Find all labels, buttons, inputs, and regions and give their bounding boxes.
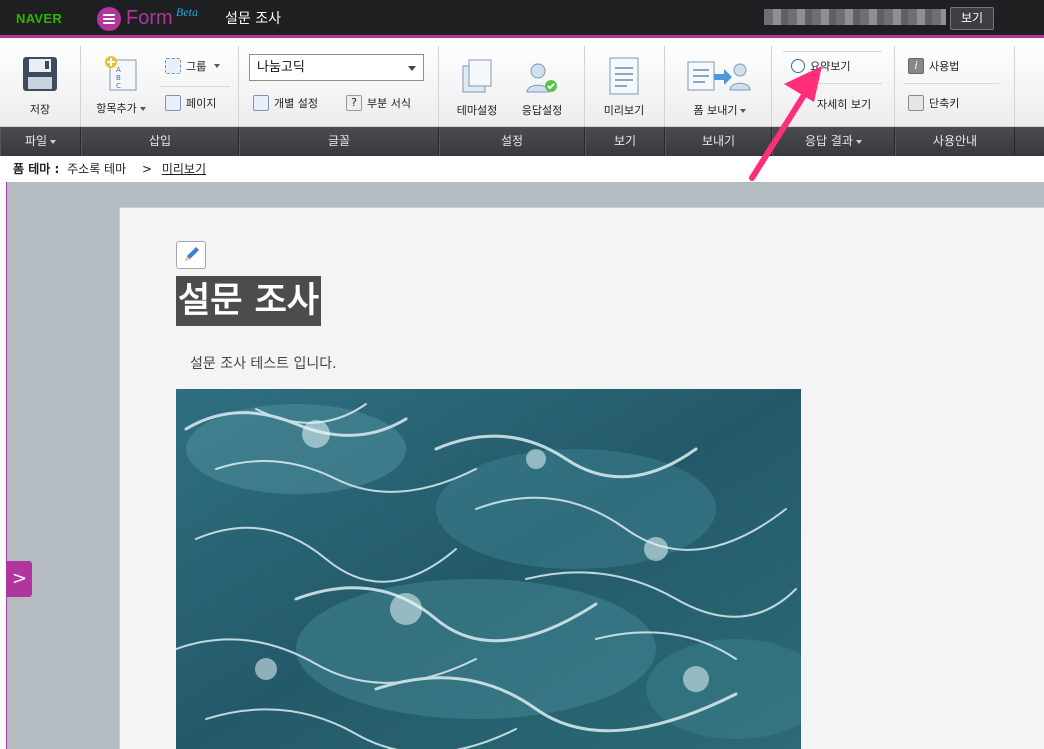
individual-setting-button[interactable]: 개별 설정 bbox=[253, 95, 318, 111]
summary-view-button[interactable]: 요약보기 bbox=[791, 58, 850, 74]
page-icon bbox=[165, 95, 181, 111]
breadcrumb-separator: > bbox=[141, 162, 153, 176]
theme-setting-label: 테마설정 bbox=[456, 104, 498, 117]
add-item-button[interactable]: A B C 항목추가 bbox=[91, 54, 151, 116]
partial-format-label: 부분 서식 bbox=[367, 97, 411, 110]
chevron-down-icon bbox=[408, 66, 416, 71]
send-group-label: 보내기 bbox=[665, 127, 772, 156]
question-icon: ? bbox=[346, 95, 362, 111]
user-account-blurred bbox=[764, 9, 946, 25]
settings-group-label: 설정 bbox=[439, 127, 585, 156]
svg-text:A: A bbox=[116, 66, 121, 74]
svg-text:C: C bbox=[116, 82, 121, 90]
group-icon bbox=[165, 58, 181, 74]
view-group-label: 보기 bbox=[585, 127, 665, 156]
detail-view-label: 자세히 보기 bbox=[817, 98, 872, 111]
insert-group-label: 삽입 bbox=[81, 127, 239, 156]
expand-panel-tab[interactable]: > bbox=[7, 561, 32, 597]
font-group-label: 글꼴 bbox=[239, 127, 439, 156]
ocean-waves-image bbox=[176, 389, 801, 749]
breadcrumb-label: 폼 테마 : bbox=[13, 162, 60, 176]
page-button[interactable]: 페이지 bbox=[165, 95, 216, 111]
send-form-label: 폼 보내기 bbox=[680, 102, 760, 118]
send-users-icon bbox=[687, 61, 751, 91]
ribbon-group-labels: 파일 삽입 글꼴 설정 보기 보내기 응답 결과 사용안내 bbox=[0, 127, 1044, 156]
theme-pages-icon bbox=[462, 59, 492, 93]
send-form-button[interactable]: 폼 보내기 bbox=[680, 56, 760, 118]
beta-label: Beta bbox=[176, 5, 198, 19]
naver-logo[interactable]: NAVER bbox=[16, 11, 62, 26]
save-label: 저장 bbox=[29, 103, 51, 116]
detail-view-button[interactable]: 자세히 보기 bbox=[817, 96, 871, 112]
survey-description[interactable]: 설문 조사 테스트 입니다. bbox=[190, 353, 337, 373]
response-setting-label: 응답설정 bbox=[521, 104, 563, 117]
chevron-right-icon: > bbox=[11, 568, 28, 589]
shortcut-label: 단축키 bbox=[929, 97, 960, 110]
form-logo-icon[interactable] bbox=[97, 7, 121, 31]
group-button[interactable]: 그룹 bbox=[165, 58, 221, 74]
preview-button[interactable]: 미리보기 bbox=[599, 56, 649, 118]
ocean-image-art bbox=[176, 389, 801, 749]
survey-title[interactable]: 설문 조사 bbox=[176, 276, 321, 326]
group-label: 그룹 bbox=[186, 60, 207, 73]
preview-document-icon bbox=[609, 57, 639, 95]
breadcrumb: 폼 테마 : 주소록 테마 > 미리보기 bbox=[0, 156, 1044, 182]
individual-setting-label: 개별 설정 bbox=[274, 97, 318, 110]
breadcrumb-theme[interactable]: 주소록 테마 bbox=[67, 162, 126, 176]
svg-text:B: B bbox=[116, 74, 121, 82]
usage-label: 사용법 bbox=[929, 60, 960, 73]
top-bar: NAVER Form Beta 설문 조사 보기 bbox=[0, 0, 1044, 38]
page-label: 페이지 bbox=[186, 97, 217, 110]
users-check-icon bbox=[526, 63, 557, 93]
pie-chart-icon bbox=[791, 59, 805, 73]
document-title: 설문 조사 bbox=[225, 11, 281, 27]
shortcut-button[interactable]: 단축키 bbox=[908, 95, 959, 111]
edit-title-button[interactable] bbox=[176, 241, 206, 269]
form-editor-window: NAVER Form Beta 설문 조사 보기 저장 A B C 항목추가 그… bbox=[0, 0, 1044, 749]
guide-group-label: 사용안내 bbox=[895, 127, 1015, 156]
floppy-disk-icon bbox=[23, 57, 57, 91]
pencil-icon bbox=[185, 247, 199, 261]
partial-format-button[interactable]: ? 부분 서식 bbox=[346, 95, 411, 111]
preview-label: 미리보기 bbox=[603, 104, 645, 117]
theme-setting-button[interactable]: 테마설정 bbox=[452, 56, 502, 118]
add-item-icon: A B C bbox=[105, 56, 137, 91]
usage-button[interactable]: i 사용법 bbox=[908, 58, 959, 74]
font-select-value: 나눔고딕 bbox=[257, 60, 305, 75]
file-group-label[interactable]: 파일 bbox=[0, 127, 81, 156]
response-setting-button[interactable]: 응답설정 bbox=[515, 60, 569, 118]
add-item-label: 항목추가 bbox=[91, 100, 151, 116]
view-button[interactable]: 보기 bbox=[950, 7, 994, 30]
form-logo-text[interactable]: Form bbox=[126, 7, 173, 30]
breadcrumb-current[interactable]: 미리보기 bbox=[162, 162, 206, 176]
info-icon: i bbox=[908, 58, 924, 74]
results-group-label[interactable]: 응답 결과 bbox=[772, 127, 895, 156]
font-select[interactable]: 나눔고딕 bbox=[249, 54, 424, 81]
keyboard-icon bbox=[908, 95, 924, 111]
save-button[interactable]: 저장 bbox=[18, 55, 62, 117]
pencil-text-icon bbox=[253, 95, 269, 111]
summary-view-label: 요약보기 bbox=[810, 60, 851, 73]
